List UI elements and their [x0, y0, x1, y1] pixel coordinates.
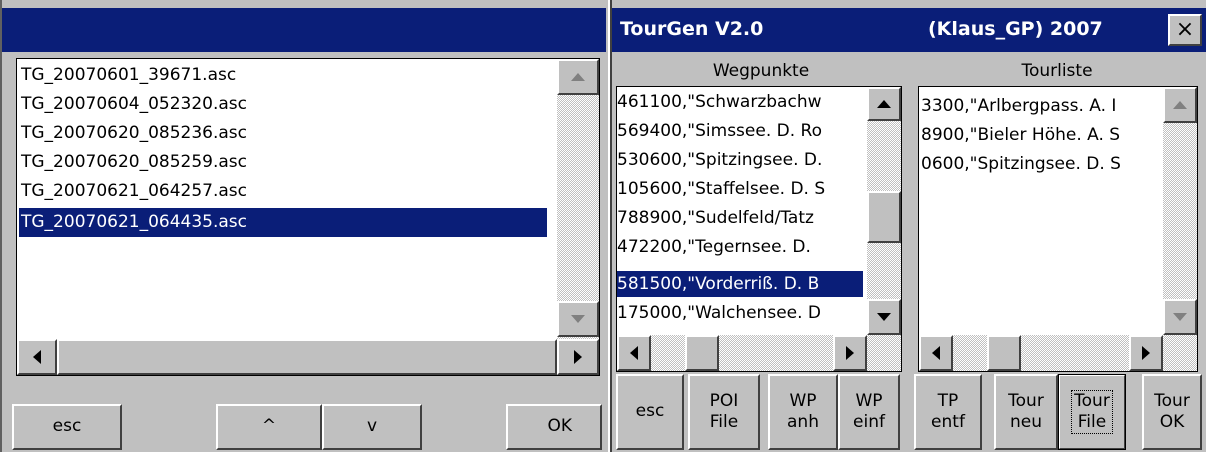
- tour-file-button[interactable]: Tour File: [1058, 374, 1126, 450]
- file-list-item-selected[interactable]: TG_20070621_064435.asc: [19, 208, 547, 237]
- waypoint-list[interactable]: 461100,"Schwarzbachw 569400,"Simssee. D.…: [616, 86, 902, 372]
- waypoint-item[interactable]: 788900,"Sudelfeld/Tatz: [617, 205, 863, 231]
- waypoint-item[interactable]: 175000,"Walchensee. D: [617, 300, 863, 326]
- button-label: POI File: [709, 390, 739, 432]
- scroll-left-button[interactable]: [617, 335, 651, 371]
- scroll-right-button[interactable]: [833, 335, 867, 371]
- tour-item[interactable]: 0600,"Spitzingsee. D. S: [919, 151, 1159, 177]
- tour-item[interactable]: 8900,"Bieler Höhe. A. S: [919, 122, 1159, 148]
- arrow-down-icon: [877, 313, 891, 321]
- scroll-left-button[interactable]: [17, 339, 57, 375]
- button-label: TP entf: [931, 390, 965, 432]
- waypoint-item-selected[interactable]: 581500,"Vorderriß. D. B: [617, 271, 863, 297]
- tour-ok-button[interactable]: Tour OK: [1142, 374, 1202, 450]
- arrow-up-icon: [877, 100, 891, 108]
- file-list-item[interactable]: TG_20070620_085236.asc: [19, 119, 547, 148]
- button-label-focused: Tour File: [1071, 389, 1113, 435]
- tourlist-vscroll-track[interactable]: [1163, 87, 1197, 335]
- button-label: WP einf: [853, 390, 885, 432]
- scroll-down-button[interactable]: [1163, 299, 1197, 335]
- vscroll-thumb[interactable]: [867, 191, 901, 243]
- window-title: TourGen V2.0: [620, 18, 764, 40]
- tourgen-window: TourGen V2.0 (Klaus_GP) 2007 × Wegpunkte…: [610, 0, 1206, 452]
- file-dialog-titlebar: [2, 8, 606, 52]
- scroll-up-button[interactable]: [557, 59, 599, 95]
- scroll-left-button[interactable]: [919, 335, 953, 371]
- hscroll-thumb[interactable]: [57, 339, 557, 375]
- arrow-right-icon: [1142, 346, 1150, 360]
- tour-list[interactable]: 3300,"Arlbergpass. A. I 8900,"Bieler Höh…: [918, 86, 1198, 372]
- move-down-button[interactable]: v: [322, 404, 422, 450]
- waypoints-header: Wegpunkte: [712, 61, 810, 81]
- file-list-vscroll-track[interactable]: [557, 59, 599, 339]
- close-icon: ×: [1175, 17, 1195, 43]
- button-label: Tour OK: [1154, 390, 1190, 432]
- waypoint-item[interactable]: 105600,"Staffelsee. D. S: [617, 176, 863, 202]
- scroll-up-button[interactable]: [1163, 87, 1197, 123]
- scroll-down-button[interactable]: [867, 299, 901, 335]
- waypoint-item[interactable]: 569400,"Simssee. D. Ro: [617, 118, 863, 144]
- tp-entf-button[interactable]: TP entf: [914, 374, 982, 450]
- tourgen-titlebar: TourGen V2.0 (Klaus_GP) 2007 ×: [612, 8, 1206, 52]
- ok-button[interactable]: OK: [506, 404, 602, 450]
- arrow-up-icon: [1173, 101, 1187, 109]
- arrow-right-icon: [574, 350, 582, 364]
- file-list[interactable]: TG_20070601_39671.asc TG_20070604_052320…: [16, 58, 600, 376]
- window-title-author: (Klaus_GP) 2007: [928, 18, 1103, 40]
- arrow-left-icon: [33, 350, 41, 364]
- arrow-down-icon: [1173, 313, 1187, 321]
- file-list-item[interactable]: TG_20070620_085259.asc: [19, 148, 547, 177]
- file-list-item[interactable]: TG_20070604_052320.asc: [19, 90, 547, 119]
- scroll-up-button[interactable]: [867, 87, 901, 121]
- poi-file-button[interactable]: POI File: [688, 374, 760, 450]
- scroll-right-button[interactable]: [1129, 335, 1163, 371]
- button-label: WP anh: [787, 390, 819, 432]
- close-button[interactable]: ×: [1168, 14, 1202, 46]
- file-dialog: TG_20070601_39671.asc TG_20070604_052320…: [0, 0, 608, 452]
- scroll-right-button[interactable]: [557, 339, 599, 375]
- arrow-left-icon: [630, 346, 638, 360]
- esc-button[interactable]: esc: [12, 404, 122, 450]
- hscroll-thumb[interactable]: [987, 335, 1021, 371]
- file-list-item[interactable]: TG_20070621_064257.asc: [19, 177, 547, 206]
- arrow-up-icon: [571, 73, 585, 81]
- tour-item[interactable]: 3300,"Arlbergpass. A. I: [919, 93, 1159, 119]
- tourlist-header: Tourliste: [1021, 61, 1093, 81]
- move-up-button[interactable]: ^: [216, 404, 322, 450]
- arrow-left-icon: [932, 346, 940, 360]
- file-list-item[interactable]: TG_20070601_39671.asc: [19, 61, 547, 90]
- scroll-down-button[interactable]: [557, 301, 599, 337]
- hscroll-thumb[interactable]: [685, 335, 719, 371]
- esc-button[interactable]: esc: [616, 374, 684, 450]
- waypoint-item[interactable]: 461100,"Schwarzbachw: [617, 89, 863, 115]
- wp-einf-button[interactable]: WP einf: [838, 374, 900, 450]
- arrow-right-icon: [846, 346, 854, 360]
- arrow-down-icon: [571, 315, 585, 323]
- waypoint-item[interactable]: 530600,"Spitzingsee. D.: [617, 147, 863, 173]
- wp-anh-button[interactable]: WP anh: [768, 374, 838, 450]
- tour-neu-button[interactable]: Tour neu: [994, 374, 1058, 450]
- waypoint-item[interactable]: 472200,"Tegernsee. D.: [617, 234, 863, 260]
- button-label: Tour neu: [1008, 390, 1044, 432]
